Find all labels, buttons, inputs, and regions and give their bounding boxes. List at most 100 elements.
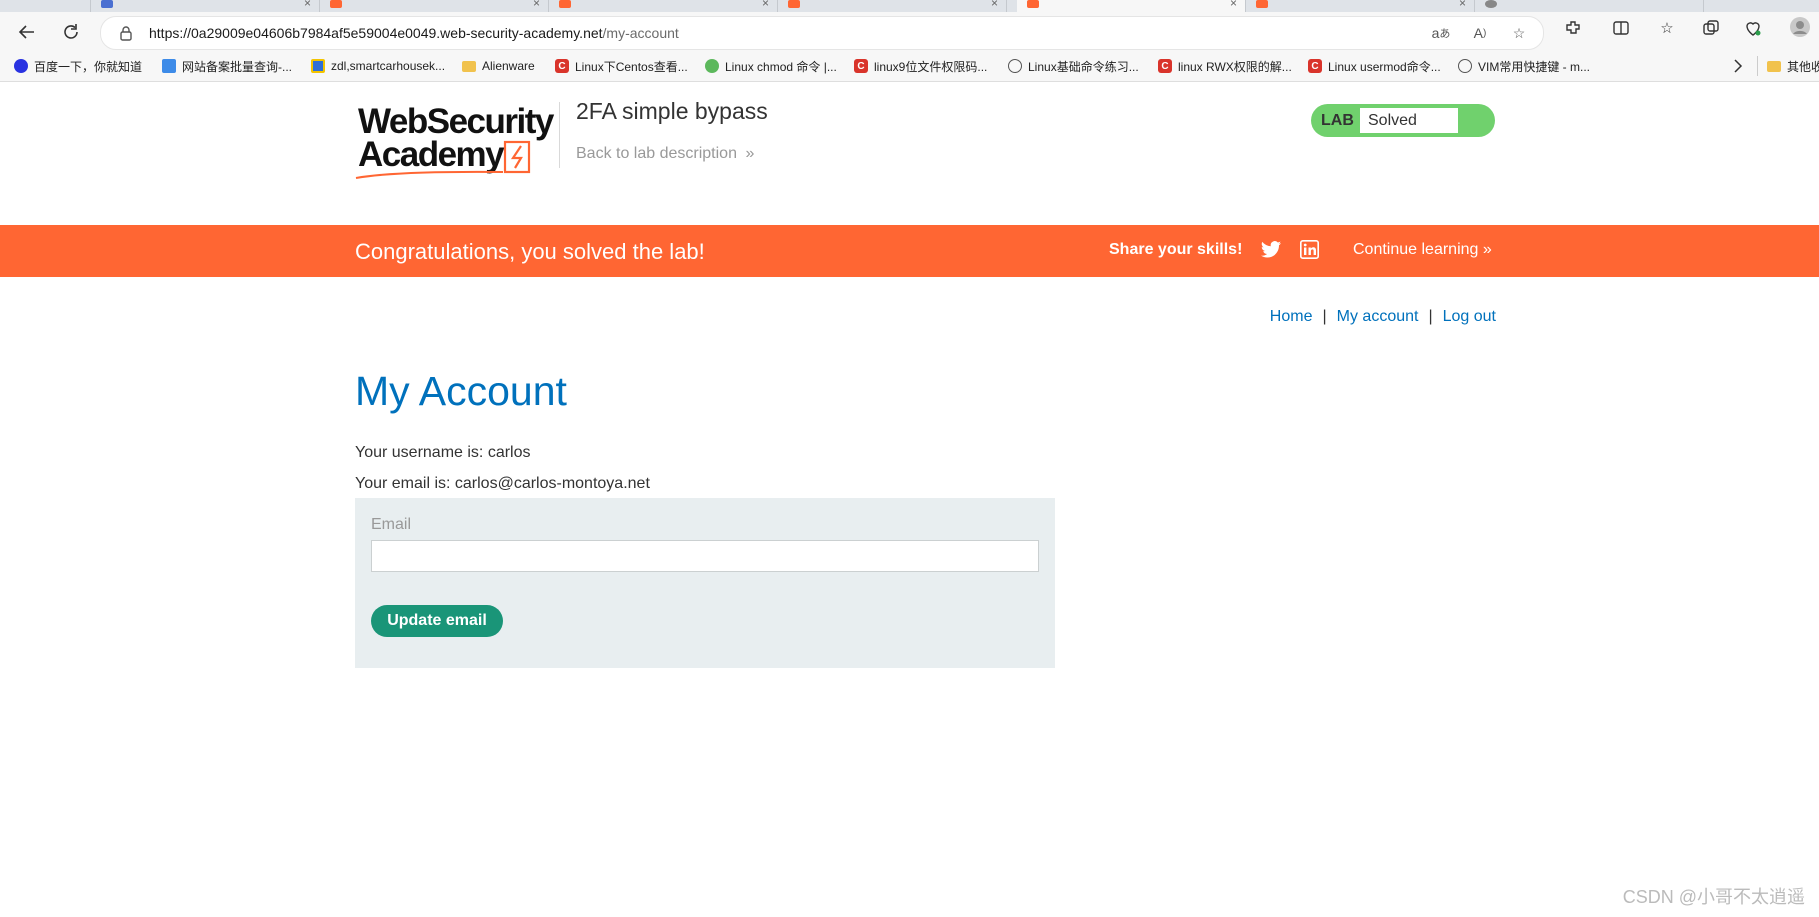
url-text[interactable]: https://0a29009e04606b7984af5e59004e0049… <box>149 25 679 41</box>
continue-learning-link[interactable]: Continue learning » <box>1353 241 1492 259</box>
close-icon[interactable]: × <box>304 0 311 10</box>
double-chevron-right-icon: » <box>745 145 755 162</box>
refresh-icon[interactable] <box>58 19 84 45</box>
bookmark-item[interactable]: Linux基础命令练习... <box>1008 57 1139 75</box>
split-screen-icon[interactable] <box>1610 17 1632 39</box>
back-icon[interactable] <box>14 19 40 45</box>
browser-tab[interactable]: × <box>320 0 549 12</box>
close-icon[interactable]: × <box>762 0 769 10</box>
tab-favicon <box>788 0 800 8</box>
bookmarks-divider <box>1757 56 1758 76</box>
bookmark-item[interactable]: 网站备案批量查询-... <box>162 57 292 75</box>
email-input[interactable] <box>371 540 1039 572</box>
tab-favicon <box>1485 0 1497 8</box>
collections-icon[interactable] <box>1700 17 1722 39</box>
favorites-icon[interactable]: ☆ <box>1656 17 1678 39</box>
bookmark-label: 百度一下，你就知道 <box>34 59 143 74</box>
bookmark-item[interactable]: 百度一下，你就知道 <box>14 57 142 75</box>
bookmark-item[interactable]: C linux9位文件权限码... <box>854 57 987 75</box>
bookmark-label: 网站备案批量查询-... <box>182 59 292 74</box>
lab-status-badge: LAB Solved <box>1311 104 1495 137</box>
csdn-icon: C <box>854 59 868 73</box>
nav-separator: | <box>1322 308 1327 325</box>
csdn-icon: C <box>1158 59 1172 73</box>
profile-avatar-icon[interactable] <box>1789 16 1811 38</box>
close-icon[interactable]: × <box>1459 0 1466 10</box>
header-divider <box>559 102 560 168</box>
web-security-academy-logo[interactable]: WebSecurity Academy <box>355 102 560 182</box>
bookmark-label: Linux chmod 命令 |... <box>725 59 837 74</box>
bookmark-item[interactable]: C Linux usermod命令... <box>1308 57 1441 75</box>
bookmark-item[interactable]: C Linux下Centos查看... <box>555 57 688 75</box>
tab-favicon <box>101 0 113 8</box>
translate-icon[interactable]: aあ <box>1431 24 1451 42</box>
csdn-watermark: CSDN @小哥不太逍遥 <box>1622 887 1805 907</box>
double-chevron-right-icon: » <box>1482 241 1492 258</box>
lock-icon[interactable] <box>119 25 133 46</box>
bookmark-label: zdl,smartcarhousek... <box>331 59 446 73</box>
username-text: Your username is: carlos <box>355 444 531 461</box>
browser-essentials-icon[interactable] <box>1742 17 1764 39</box>
url-path: /my-account <box>602 25 679 41</box>
bookmark-label: 其他收 <box>1787 59 1819 74</box>
chart-icon <box>162 59 176 73</box>
bookmark-label: Linux下Centos查看... <box>575 59 688 74</box>
tab-favicon <box>1256 0 1268 8</box>
update-email-button[interactable]: Update email <box>371 605 503 637</box>
url-host: https://0a29009e04606b7984af5e59004e0049… <box>149 25 603 41</box>
email-label: Email <box>371 516 412 533</box>
back-link-label: Back to lab description <box>576 145 737 162</box>
csdn-icon: C <box>555 59 569 73</box>
browser-tab[interactable]: × <box>549 0 778 12</box>
solved-banner: Congratulations, you solved the lab! Sha… <box>0 225 1819 277</box>
email-text: Your email is: carlos@carlos-montoya.net <box>355 475 650 492</box>
bookmark-other-folder[interactable]: 其他收 <box>1767 57 1819 75</box>
bookmark-item[interactable]: zdl,smartcarhousek... <box>311 57 445 75</box>
folder-icon <box>1767 60 1781 72</box>
lab-title: 2FA simple bypass <box>576 98 768 124</box>
bookmark-item[interactable]: C linux RWX权限的解... <box>1158 57 1292 75</box>
close-icon[interactable]: × <box>1230 0 1237 10</box>
bookmark-label: Linux usermod命令... <box>1328 59 1441 74</box>
csdn-icon: C <box>1308 59 1322 73</box>
nav-separator: | <box>1428 308 1433 325</box>
close-icon[interactable]: × <box>533 0 540 10</box>
home-link[interactable]: Home <box>1270 308 1313 325</box>
page-title: My Account <box>355 368 567 414</box>
tab-menu[interactable] <box>0 0 91 12</box>
bookmarks-overflow-chevron-icon[interactable] <box>1733 57 1743 75</box>
linkedin-icon[interactable] <box>1300 240 1319 259</box>
bookmark-label: Alienware <box>482 59 535 73</box>
bookmark-label: VIM常用快捷键 - m... <box>1478 59 1590 74</box>
runoob-icon <box>705 59 719 73</box>
tab-favicon <box>330 0 342 8</box>
page-content: WebSecurity Academy 2FA simple bypass Ba… <box>0 82 1819 917</box>
bookmark-item[interactable]: VIM常用快捷键 - m... <box>1458 57 1590 75</box>
browser-tab-active[interactable]: × <box>1017 0 1246 12</box>
continue-learning-label: Continue learning <box>1353 241 1479 258</box>
favorite-star-icon[interactable]: ☆ <box>1509 24 1529 42</box>
bookmarks-bar: 百度一下，你就知道 网站备案批量查询-... zdl,smartcarhouse… <box>0 50 1819 82</box>
tab-favicon <box>559 0 571 8</box>
twitter-icon[interactable] <box>1260 240 1282 260</box>
browser-tab[interactable]: × <box>91 0 320 12</box>
close-icon[interactable]: × <box>991 0 998 10</box>
my-account-link[interactable]: My account <box>1337 308 1419 325</box>
bookmark-item[interactable]: Linux chmod 命令 |... <box>705 57 837 75</box>
extensions-icon[interactable] <box>1562 17 1584 39</box>
baidu-icon <box>14 59 28 73</box>
browser-tab[interactable]: × <box>1246 0 1475 12</box>
log-out-link[interactable]: Log out <box>1443 308 1496 325</box>
browser-tab[interactable]: × <box>778 0 1007 12</box>
app-icon <box>311 59 325 73</box>
browser-tab[interactable] <box>1475 0 1704 12</box>
bookmark-item[interactable]: Alienware <box>462 57 535 75</box>
sword-icon <box>1458 59 1472 73</box>
read-aloud-icon[interactable]: A) <box>1470 24 1490 42</box>
address-bar[interactable]: https://0a29009e04606b7984af5e59004e0049… <box>100 16 1544 50</box>
share-skills-label: Share your skills! <box>1109 241 1243 258</box>
back-to-lab-description-link[interactable]: Back to lab description » <box>576 145 754 163</box>
update-email-form: Email Update email <box>355 498 1055 668</box>
sword-icon <box>1008 59 1022 73</box>
tab-favicon <box>1027 0 1039 8</box>
